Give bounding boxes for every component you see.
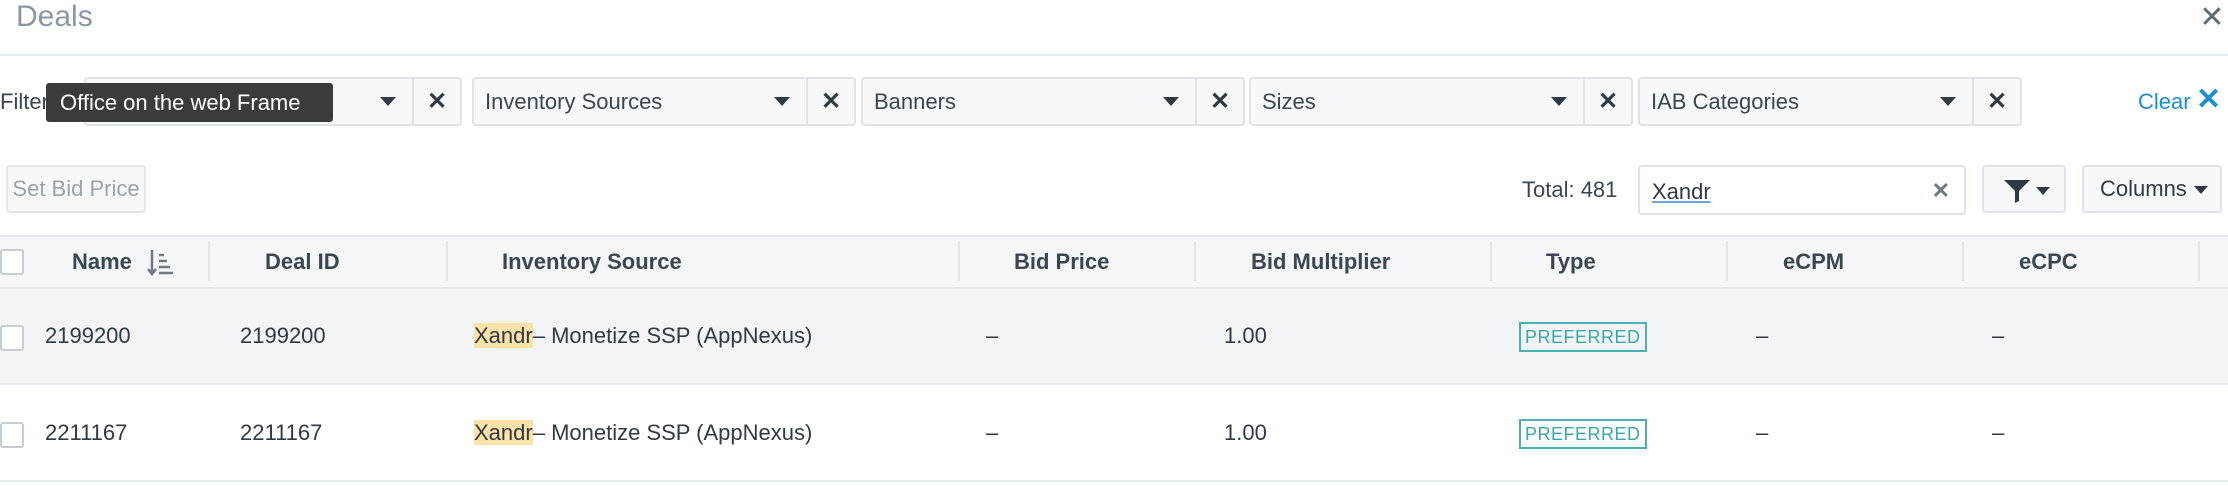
column-header-deal-id[interactable]: Deal ID xyxy=(265,237,340,287)
cell-name: 2199200 xyxy=(45,323,131,348)
page-title: Deals xyxy=(16,0,93,33)
select-all-checkbox[interactable] xyxy=(0,249,24,275)
source-text: – Monetize SSP (AppNexus) xyxy=(532,420,813,445)
table-row[interactable]: 2211167 2211167 Xandr– Monetize SSP (App… xyxy=(0,386,2228,482)
type-badge: PREFERRED xyxy=(1519,419,1647,450)
close-icon[interactable]: ✕ xyxy=(2196,2,2228,34)
header-divider xyxy=(0,54,2228,56)
column-divider xyxy=(1490,241,1492,281)
search-highlight: Xandr xyxy=(474,420,533,445)
source-text: – Monetize SSP (AppNexus) xyxy=(532,323,813,348)
filter-clear-button[interactable]: ✕ xyxy=(808,77,856,126)
deals-dialog: Deals ✕ Filter ✕ Inventory Sources ✕ Ban… xyxy=(0,0,2228,486)
row-checkbox[interactable] xyxy=(0,422,24,448)
column-divider xyxy=(446,241,448,281)
chevron-down-icon xyxy=(1163,97,1179,106)
filter-select-label: Inventory Sources xyxy=(485,88,663,114)
sort-icon[interactable] xyxy=(146,247,176,277)
column-divider xyxy=(958,241,960,281)
columns-button[interactable]: Columns xyxy=(2082,165,2222,213)
chevron-down-icon xyxy=(774,97,790,106)
filter-sizes[interactable]: Sizes ✕ xyxy=(1249,77,1633,126)
cell-ecpm: – xyxy=(1756,323,1769,348)
type-badge: PREFERRED xyxy=(1519,322,1647,353)
chevron-down-icon xyxy=(1940,97,1956,106)
filter-select[interactable]: Sizes xyxy=(1249,77,1585,126)
close-icon[interactable]: ✕ xyxy=(2196,82,2221,118)
cell-bid-price: – xyxy=(986,323,999,348)
filter-clear-button[interactable]: ✕ xyxy=(414,77,462,126)
filter-select-label: Banners xyxy=(874,88,956,114)
cell-name: 2211167 xyxy=(45,420,128,445)
cell-ecpc: – xyxy=(1992,420,2005,445)
table-row[interactable]: 2199200 2199200 Xandr– Monetize SSP (App… xyxy=(0,289,2228,385)
filter-select[interactable]: Inventory Sources xyxy=(472,77,808,126)
clear-search-icon[interactable]: ✕ xyxy=(1932,175,1950,207)
clear-all-button[interactable]: Clear xyxy=(2138,84,2191,120)
filter-select[interactable]: IAB Categories xyxy=(1638,77,1974,126)
column-header-bid-price[interactable]: Bid Price xyxy=(1014,237,1109,287)
cell-ecpc: – xyxy=(1992,323,2005,348)
filter-banners[interactable]: Banners ✕ xyxy=(861,77,1245,126)
cell-inventory-source: Xandr– Monetize SSP (AppNexus) xyxy=(474,289,812,383)
column-divider xyxy=(1726,241,1728,281)
column-header-bid-multiplier[interactable]: Bid Multiplier xyxy=(1251,237,1390,287)
filter-select-label: Sizes xyxy=(1262,88,1316,114)
cell-bid-multiplier: 1.00 xyxy=(1224,323,1267,348)
set-bid-price-button[interactable]: Set Bid Price xyxy=(6,165,146,213)
filter-clear-button[interactable]: ✕ xyxy=(1585,77,1633,126)
cell-deal-id: 2199200 xyxy=(240,323,326,348)
column-divider xyxy=(2198,241,2200,281)
column-header-ecpm[interactable]: eCPM xyxy=(1783,237,1844,287)
column-divider xyxy=(1962,241,1964,281)
column-header-inventory-source[interactable]: Inventory Source xyxy=(502,237,682,287)
row-checkbox[interactable] xyxy=(0,325,24,351)
column-header-ecpc[interactable]: eCPC xyxy=(2019,237,2078,287)
chevron-down-icon xyxy=(2036,187,2050,195)
search-field[interactable]: ✕ xyxy=(1638,165,1966,215)
cell-ecpm: – xyxy=(1756,420,1769,445)
filter-select[interactable]: Banners xyxy=(861,77,1197,126)
columns-label: Columns xyxy=(2100,176,2187,201)
search-input[interactable] xyxy=(1650,175,1914,209)
filter-iab-categories[interactable]: IAB Categories ✕ xyxy=(1638,77,2022,126)
filter-clear-button[interactable]: ✕ xyxy=(1197,77,1245,126)
chevron-down-icon xyxy=(2194,186,2208,194)
total-count: Total: 481 xyxy=(1522,177,1618,202)
cell-bid-multiplier: 1.00 xyxy=(1224,420,1267,445)
filter-clear-button[interactable]: ✕ xyxy=(1974,77,2022,126)
column-header-name[interactable]: Name xyxy=(72,237,132,287)
column-divider xyxy=(1194,241,1196,281)
cell-type: PREFERRED xyxy=(1519,289,1647,383)
filter-label: Filter xyxy=(0,89,49,114)
chevron-down-icon xyxy=(380,97,396,106)
cell-inventory-source: Xandr– Monetize SSP (AppNexus) xyxy=(474,386,812,480)
chevron-down-icon xyxy=(1551,97,1567,106)
filter-menu-button[interactable] xyxy=(1982,165,2066,213)
cell-bid-price: – xyxy=(986,420,999,445)
table-header: Name Deal ID Inventory Source Bid Price … xyxy=(0,235,2228,289)
filter-inventory-sources[interactable]: Inventory Sources ✕ xyxy=(472,77,856,126)
search-highlight: Xandr xyxy=(474,323,533,348)
cell-type: PREFERRED xyxy=(1519,386,1647,480)
funnel-icon xyxy=(2004,180,2030,203)
filter-select-label: IAB Categories xyxy=(1651,88,1799,114)
tooltip: Office on the web Frame xyxy=(46,83,333,122)
column-divider xyxy=(208,241,210,281)
cell-deal-id: 2211167 xyxy=(240,420,323,445)
column-header-type[interactable]: Type xyxy=(1546,237,1596,287)
